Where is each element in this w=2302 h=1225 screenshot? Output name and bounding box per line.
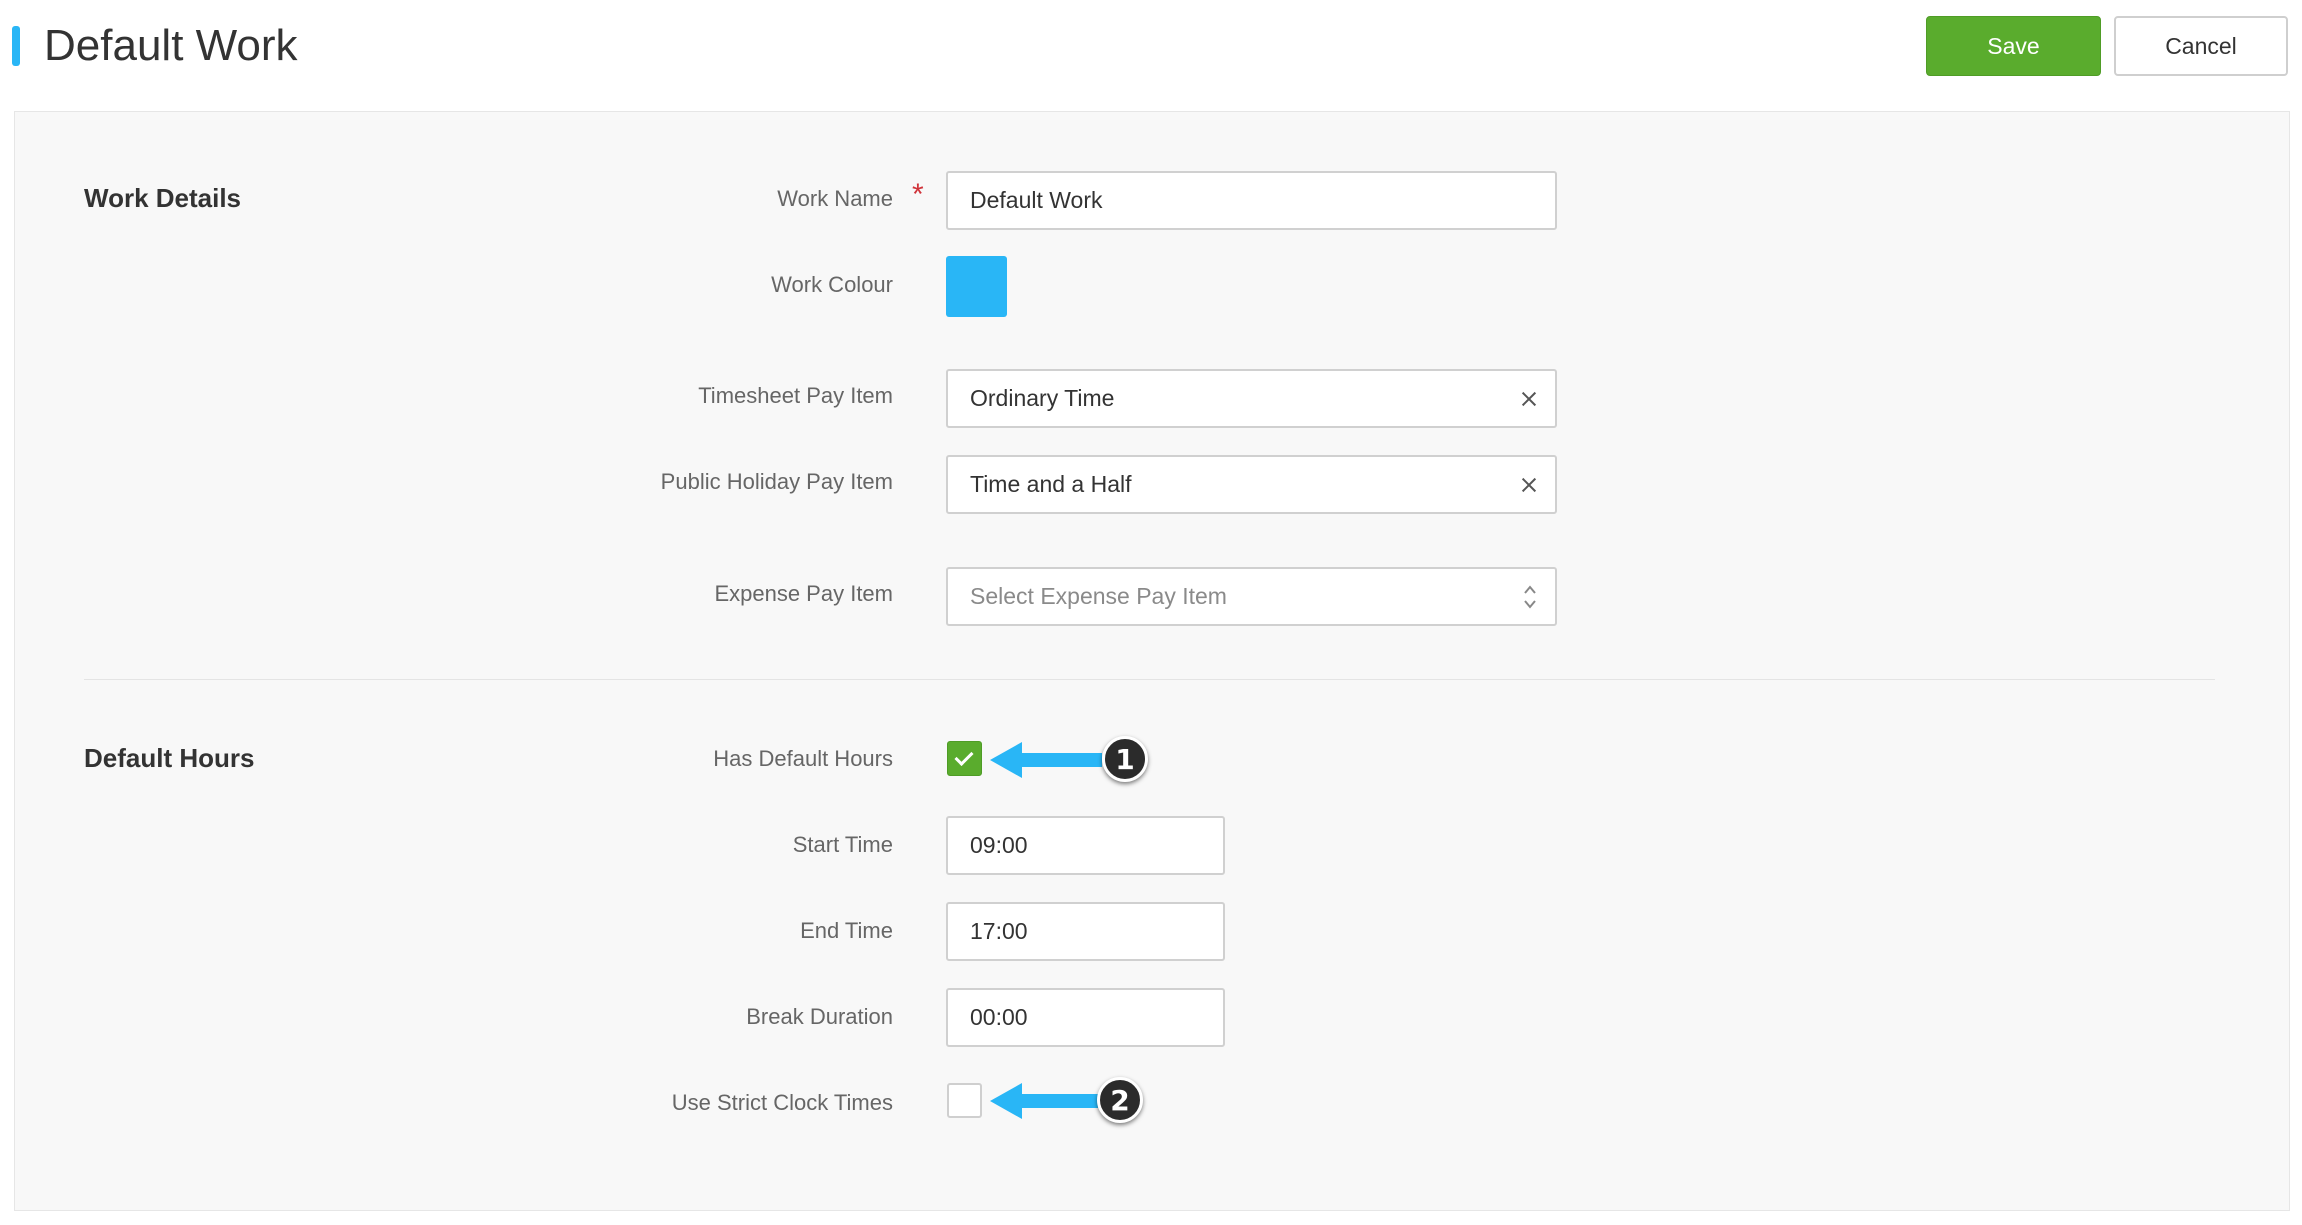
section-title-work-details: Work Details [84,183,242,213]
has-default-hours-checkbox[interactable] [947,741,982,776]
section-divider [84,679,2215,680]
break-duration-label: Break Duration [746,1004,893,1029]
timesheet-pay-item-select[interactable]: Ordinary Time [946,369,1557,428]
clear-icon[interactable] [1519,389,1539,409]
save-button[interactable]: Save [1926,16,2101,76]
work-colour-label: Work Colour [771,272,893,297]
break-duration-value: 00:00 [970,1004,1028,1030]
expense-pay-item-select[interactable]: Select Expense Pay Item [946,567,1557,626]
strict-clock-times-checkbox[interactable] [947,1083,982,1118]
page-header: Default Work Save Cancel [0,0,2302,100]
clear-icon[interactable] [1519,475,1539,495]
timesheet-pay-item-label: Timesheet Pay Item [698,383,893,408]
break-duration-field[interactable]: 00:00 [946,988,1225,1047]
required-indicator: * [912,178,924,211]
expense-pay-item-placeholder: Select Expense Pay Item [970,583,1227,609]
end-time-value: 17:00 [970,918,1028,944]
public-holiday-pay-item-label: Public Holiday Pay Item [660,469,893,494]
section-title-default-hours: Default Hours [84,743,255,773]
timesheet-pay-item-value: Ordinary Time [970,385,1115,411]
work-name-value: Default Work [970,187,1103,213]
page-title: Default Work [44,21,298,70]
cancel-button[interactable]: Cancel [2114,16,2288,76]
start-time-value: 09:00 [970,832,1028,858]
callout-badge-2: 2 [1097,1077,1143,1123]
checkmark-icon [954,746,974,767]
start-time-field[interactable]: 09:00 [946,816,1225,875]
title-accent-bar [12,26,20,66]
callout-badge-1: 1 [1102,736,1148,782]
has-default-hours-label: Has Default Hours [713,746,893,771]
strict-clock-times-label: Use Strict Clock Times [671,1090,893,1115]
end-time-field[interactable]: 17:00 [946,902,1225,961]
chevron-up-down-icon [1524,584,1536,609]
end-time-label: End Time [800,918,893,943]
work-colour-swatch[interactable] [946,256,1007,317]
public-holiday-pay-item-select[interactable]: Time and a Half [946,455,1557,514]
work-name-field[interactable]: Default Work [946,171,1557,230]
public-holiday-pay-item-value: Time and a Half [970,471,1132,497]
work-name-label: Work Name [777,186,893,211]
expense-pay-item-label: Expense Pay Item [714,581,893,606]
start-time-label: Start Time [792,832,893,857]
